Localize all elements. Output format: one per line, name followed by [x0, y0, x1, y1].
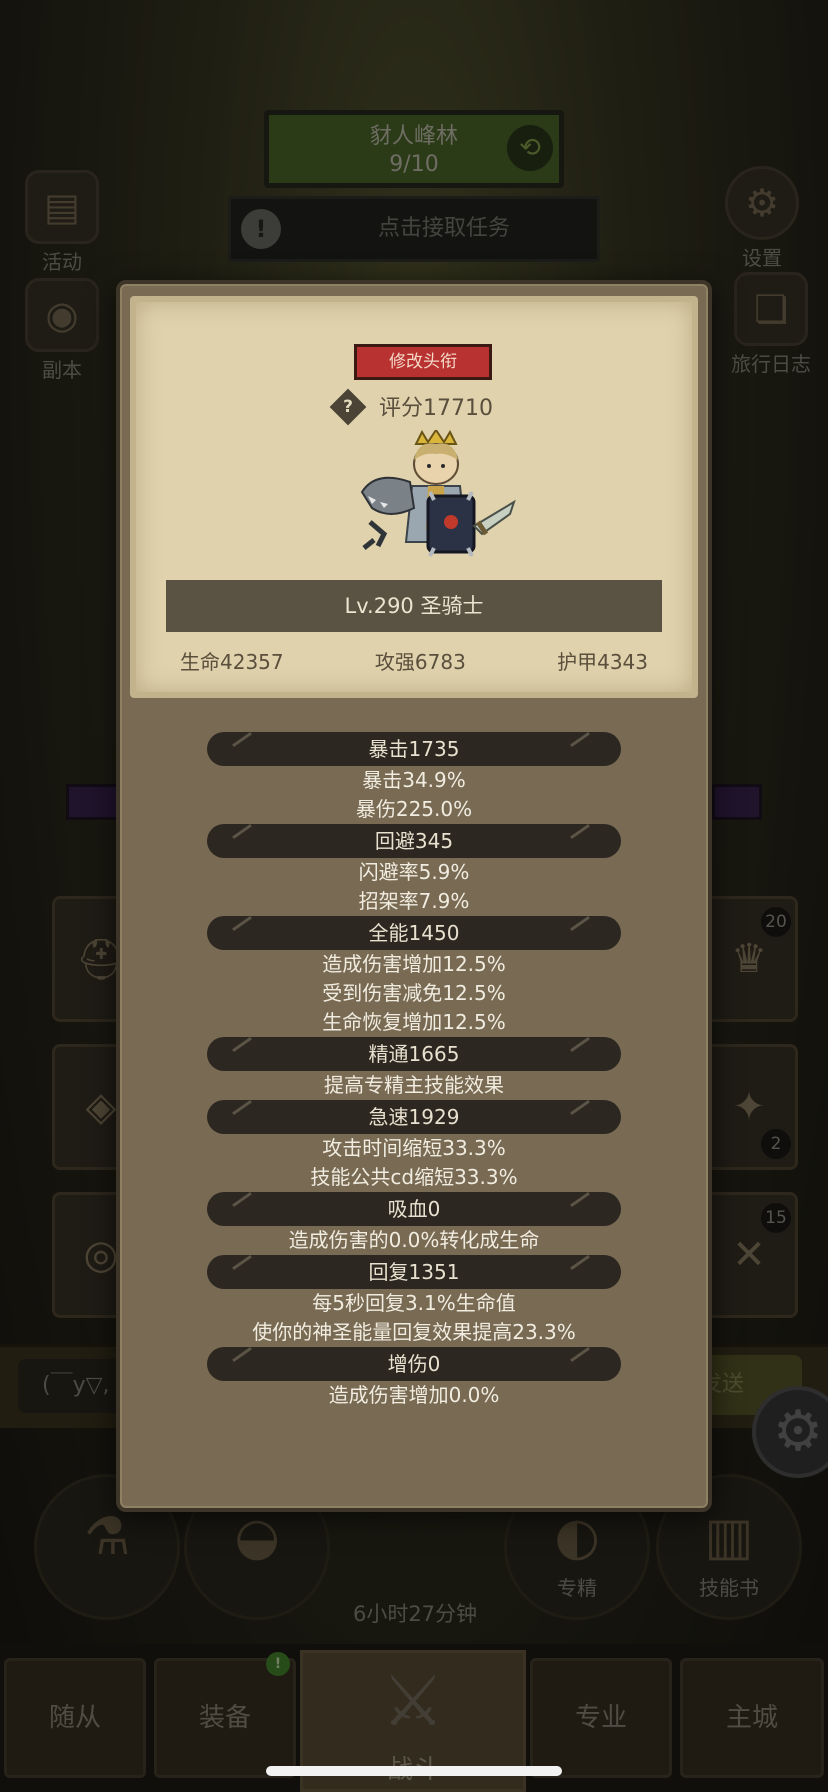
stat-header-haste: 急速1929 [207, 1100, 621, 1134]
stat-header-versatility: 全能1450 [207, 916, 621, 950]
stat-line: 暴伤225.0% [355, 797, 473, 821]
core-stats-row: 生命42357 攻强6783 护甲4343 [156, 646, 672, 675]
armor-stat: 护甲4343 [557, 650, 648, 674]
home-indicator[interactable] [266, 1766, 562, 1776]
stat-line: 受到伤害减免12.5% [322, 981, 506, 1005]
change-title-button[interactable]: 修改头衔 [354, 344, 492, 380]
stat-header-regen: 回复1351 [207, 1255, 621, 1289]
stat-header-avoidance: 回避345 [207, 824, 621, 858]
stat-line: 造成伤害的0.0%转化成生命 [288, 1228, 540, 1252]
hp-stat: 生命42357 [180, 650, 284, 674]
stat-line: 暴击34.9% [362, 768, 466, 792]
stat-header-leech: 吸血0 [207, 1192, 621, 1226]
score-value: 评分17710 [379, 396, 493, 421]
stat-line: 造成伤害增加12.5% [322, 952, 506, 976]
secondary-stats-list: 暴击1735 暴击34.9% 暴伤225.0% 回避345 闪避率5.9% 招架… [120, 732, 708, 1410]
score-row: ? 评分17710 [136, 388, 692, 426]
stat-line: 生命恢复增加12.5% [322, 1010, 506, 1034]
stat-header-mastery: 精通1665 [207, 1037, 621, 1071]
paladin-character-portrait [360, 430, 516, 557]
character-stats-panel: 修改头衔 ? 评分17710 Lv.290 圣骑士 生命42357 攻强6783… [116, 280, 712, 1512]
help-icon[interactable]: ? [329, 388, 367, 426]
stat-line: 招架率7.9% [358, 889, 470, 913]
stat-line: 攻击时间缩短33.3% [322, 1136, 506, 1160]
stat-line: 每5秒回复3.1%生命值 [312, 1291, 516, 1315]
level-class-banner: Lv.290 圣骑士 [166, 580, 662, 632]
character-card: 修改头衔 ? 评分17710 Lv.290 圣骑士 生命42357 攻强6783… [130, 296, 698, 698]
stat-header-damage-bonus: 增伤0 [207, 1347, 621, 1381]
stat-line: 造成伤害增加0.0% [328, 1383, 500, 1407]
stat-line: 使你的神圣能量回复效果提高23.3% [252, 1320, 576, 1344]
attack-power-stat: 攻强6783 [374, 650, 466, 674]
stat-line: 技能公共cd缩短33.3% [310, 1165, 518, 1189]
stat-line: 闪避率5.9% [358, 860, 470, 884]
stat-header-crit: 暴击1735 [207, 732, 621, 766]
stat-line: 提高专精主技能效果 [324, 1073, 504, 1097]
